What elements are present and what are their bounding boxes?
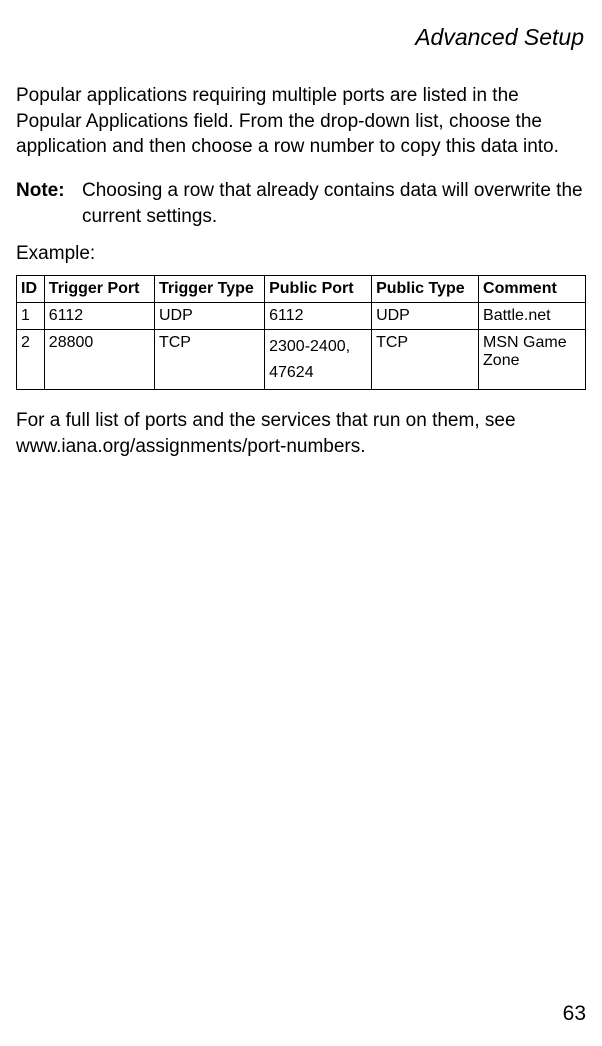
cell-trigger-type: TCP: [154, 330, 264, 390]
section-title: Advanced Setup: [415, 24, 584, 50]
col-header-trigger-type: Trigger Type: [154, 276, 264, 303]
cell-trigger-port: 6112: [44, 303, 154, 330]
example-label: Example:: [16, 243, 586, 265]
note-label: Note:: [16, 178, 82, 229]
table-row: 1 6112 UDP 6112 UDP Battle.net: [17, 303, 586, 330]
cell-id: 1: [17, 303, 45, 330]
col-header-comment: Comment: [479, 276, 586, 303]
col-header-id: ID: [17, 276, 45, 303]
cell-public-port: 6112: [265, 303, 372, 330]
col-header-public-type: Public Type: [372, 276, 479, 303]
cell-public-port: 2300-2400, 47624: [265, 330, 372, 390]
intro-paragraph: Popular applications requiring multiple …: [16, 83, 586, 160]
col-header-trigger-port: Trigger Port: [44, 276, 154, 303]
outro-paragraph: For a full list of ports and the service…: [16, 408, 586, 459]
table-row: 2 28800 TCP 2300-2400, 47624 TCP MSN Gam…: [17, 330, 586, 390]
table-header-row: ID Trigger Port Trigger Type Public Port…: [17, 276, 586, 303]
note-text: Choosing a row that already contains dat…: [82, 178, 586, 229]
cell-comment: Battle.net: [479, 303, 586, 330]
page-number: 63: [563, 1002, 586, 1026]
cell-public-type: TCP: [372, 330, 479, 390]
ports-table: ID Trigger Port Trigger Type Public Port…: [16, 275, 586, 390]
cell-public-type: UDP: [372, 303, 479, 330]
cell-trigger-type: UDP: [154, 303, 264, 330]
cell-trigger-port: 28800: [44, 330, 154, 390]
section-header: Advanced Setup: [16, 24, 584, 51]
cell-comment: MSN Game Zone: [479, 330, 586, 390]
col-header-public-port: Public Port: [265, 276, 372, 303]
note-block: Note: Choosing a row that already contai…: [16, 178, 586, 229]
cell-id: 2: [17, 330, 45, 390]
